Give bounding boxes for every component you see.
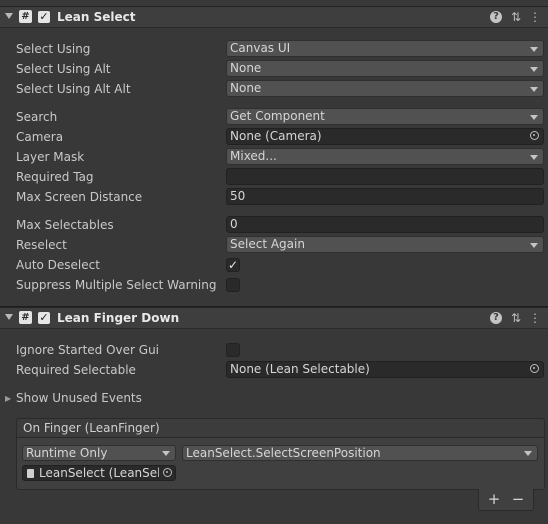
show-unused-events-foldout[interactable]: Show Unused Events [16, 391, 142, 405]
select-using-alt-alt-dropdown[interactable]: None [226, 80, 544, 97]
select-using-alt-label: Select Using Alt [16, 62, 111, 76]
function-dropdown[interactable]: LeanSelect.SelectScreenPosition [182, 445, 538, 461]
chevron-down-icon [524, 451, 532, 456]
script-icon: # [19, 10, 32, 23]
required-tag-label: Required Tag [16, 170, 94, 184]
layer-mask-value: Mixed... [230, 149, 277, 163]
layer-mask-label: Layer Mask [16, 150, 85, 164]
object-picker-icon[interactable] [163, 468, 172, 477]
select-using-label: Select Using [16, 42, 91, 56]
camera-label: Camera [16, 130, 64, 144]
script-icon: # [19, 311, 32, 324]
presets-icon[interactable]: ⇅ [509, 10, 523, 24]
required-tag-input[interactable] [226, 168, 544, 185]
ignore-started-over-gui-label: Ignore Started Over Gui [16, 343, 160, 357]
max-selectables-input[interactable]: 0 [226, 216, 544, 233]
chevron-down-icon [162, 451, 170, 456]
select-using-alt-value: None [230, 61, 262, 75]
foldout-expanded-icon[interactable] [5, 13, 13, 19]
auto-deselect-checkbox[interactable]: ✓ [226, 258, 240, 272]
presets-icon[interactable]: ⇅ [509, 311, 523, 325]
foldout-collapsed-icon[interactable]: ▶ [5, 394, 11, 403]
max-screen-distance-input[interactable]: 50 [226, 188, 544, 205]
layer-mask-dropdown[interactable]: Mixed... [226, 148, 544, 165]
menu-icon[interactable]: ⋮ [528, 10, 542, 24]
component-title: Lean Finger Down [57, 311, 180, 325]
component-header-lean-select[interactable]: # ✓ Lean Select ? ⇅ ⋮ [0, 6, 548, 28]
suppress-warning-checkbox[interactable] [226, 278, 240, 292]
auto-deselect-label: Auto Deselect [16, 258, 100, 272]
foldout-expanded-icon[interactable] [5, 314, 13, 320]
max-selectables-label: Max Selectables [16, 218, 114, 232]
chevron-down-icon [530, 47, 538, 52]
function-value: LeanSelect.SelectScreenPosition [186, 446, 381, 460]
unity-event-title: On Finger (LeanFinger) [23, 421, 160, 435]
ignore-started-over-gui-checkbox[interactable] [226, 343, 240, 357]
component-enabled-checkbox[interactable]: ✓ [38, 11, 50, 23]
help-icon[interactable]: ? [490, 312, 502, 324]
select-using-alt-alt-value: None [230, 81, 262, 95]
chevron-down-icon [530, 155, 538, 160]
help-icon[interactable]: ? [490, 11, 502, 23]
remove-event-button[interactable]: − [508, 490, 528, 508]
reselect-dropdown[interactable]: Select Again [226, 236, 544, 253]
chevron-down-icon [530, 243, 538, 248]
component-title: Lean Select [57, 10, 136, 24]
select-using-value: Canvas UI [230, 41, 291, 55]
select-using-alt-dropdown[interactable]: None [226, 60, 544, 77]
target-object-value: LeanSelect (LeanSele [39, 466, 159, 480]
object-picker-icon[interactable] [530, 364, 539, 373]
add-event-button[interactable]: + [484, 490, 504, 508]
unity-event-header: On Finger (LeanFinger) [16, 418, 545, 438]
chevron-down-icon [530, 67, 538, 72]
component-enabled-checkbox[interactable]: ✓ [38, 312, 50, 324]
runtime-mode-dropdown[interactable]: Runtime Only [22, 445, 176, 461]
chevron-down-icon [530, 115, 538, 120]
required-selectable-object-field[interactable]: None (Lean Selectable) [226, 361, 544, 378]
runtime-mode-value: Runtime Only [26, 446, 108, 460]
menu-icon[interactable]: ⋮ [528, 311, 542, 325]
select-using-alt-alt-label: Select Using Alt Alt [16, 82, 131, 96]
reselect-label: Reselect [16, 238, 67, 252]
search-label: Search [16, 110, 58, 124]
object-picker-icon[interactable] [530, 131, 539, 140]
camera-object-field[interactable]: None (Camera) [226, 128, 544, 145]
target-object-field[interactable]: LeanSelect (LeanSele [22, 465, 176, 481]
reselect-value: Select Again [230, 237, 305, 251]
component-header-lean-finger-down[interactable]: # ✓ Lean Finger Down ? ⇅ ⋮ [0, 307, 548, 329]
chevron-down-icon [530, 87, 538, 92]
script-file-icon [27, 469, 34, 478]
required-selectable-value: None (Lean Selectable) [230, 362, 370, 376]
event-list-footer: + − [478, 489, 534, 511]
select-using-dropdown[interactable]: Canvas UI [226, 40, 544, 57]
camera-value: None (Camera) [230, 129, 322, 143]
required-selectable-label: Required Selectable [16, 363, 136, 377]
search-value: Get Component [230, 109, 325, 123]
max-screen-distance-label: Max Screen Distance [16, 190, 143, 204]
suppress-warning-label: Suppress Multiple Select Warning [16, 278, 217, 292]
search-dropdown[interactable]: Get Component [226, 108, 544, 125]
